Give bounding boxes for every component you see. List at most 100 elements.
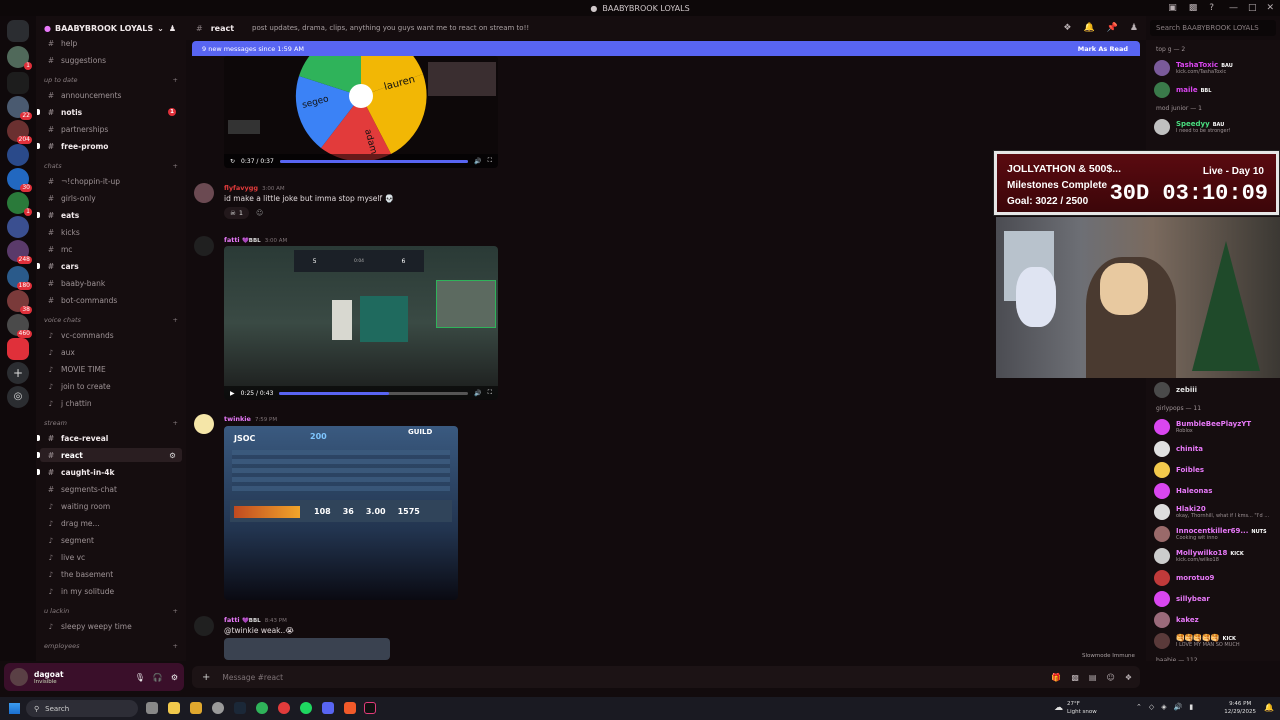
notification-bell-icon[interactable]: 🔔 xyxy=(1083,23,1094,33)
channel-item[interactable]: ♪ vc-commands xyxy=(40,328,182,342)
tray-icons[interactable]: ⌃ ◇ ◈ 🔊 ▮ xyxy=(1136,703,1193,711)
member-item[interactable]: kakez xyxy=(1154,610,1280,630)
apps-icon[interactable]: ❖ xyxy=(1125,673,1132,682)
invite-icon[interactable]: ♟ xyxy=(169,24,176,33)
server-icon[interactable] xyxy=(7,144,29,166)
member-item[interactable]: chinita xyxy=(1154,439,1280,459)
monitor-icon[interactable]: ▩ xyxy=(1189,3,1198,13)
video-scrubber[interactable] xyxy=(279,391,469,395)
channel-item[interactable]: ♪ sleepy weepy time xyxy=(40,619,182,633)
member-item[interactable]: Foibles xyxy=(1154,460,1280,480)
spotify-icon[interactable] xyxy=(300,702,312,714)
search-input[interactable]: Search BAABYBROOK LOYALS xyxy=(1150,20,1276,36)
channel-item[interactable]: # baaby-bank xyxy=(40,276,182,290)
message-input[interactable]: Message #react xyxy=(222,673,283,682)
server-icon[interactable]: 30 xyxy=(7,168,32,192)
server-icon[interactable] xyxy=(7,338,29,360)
message-author[interactable]: twinkie 7:59 PM xyxy=(224,415,277,423)
channel-topic[interactable]: post updates, drama, clips, anything you… xyxy=(252,24,529,32)
discover-icon[interactable]: ◎ xyxy=(7,386,29,408)
maximize-button[interactable]: □ xyxy=(1248,3,1257,13)
file-explorer-icon[interactable] xyxy=(168,702,180,714)
channel-item[interactable]: # notis 1 xyxy=(37,105,182,119)
discord-icon[interactable] xyxy=(322,702,334,714)
server-icon[interactable]: 38 xyxy=(7,290,32,314)
volume-icon[interactable]: 🔊 xyxy=(474,390,481,397)
threads-icon[interactable]: ❖ xyxy=(1063,23,1071,33)
member-item[interactable]: sillybear xyxy=(1154,589,1280,609)
add-attachment-icon[interactable]: + xyxy=(202,672,210,683)
close-button[interactable]: ✕ xyxy=(1266,3,1274,13)
message-author[interactable]: fatti 💜BBL 3:00 AM xyxy=(224,236,287,244)
member-item[interactable]: Speedyy BAU I need to be stronger! xyxy=(1154,117,1280,137)
channel-item[interactable]: # announcements xyxy=(40,88,182,102)
avatar[interactable] xyxy=(194,616,214,636)
add-reaction-icon[interactable]: ☺ xyxy=(256,209,263,217)
member-item[interactable]: morotuo9 xyxy=(1154,568,1280,588)
pin-icon[interactable]: 📌 xyxy=(1107,23,1118,33)
channel-item[interactable]: ♪ j chattin xyxy=(40,396,182,410)
channel-item[interactable]: # girls-only xyxy=(40,191,182,205)
server-icon[interactable]: 1 xyxy=(7,192,32,216)
channel-item[interactable]: ♪ in my solitude xyxy=(40,584,182,598)
member-list-icon[interactable]: ♟ xyxy=(1130,23,1138,33)
video-scrubber[interactable] xyxy=(279,159,469,163)
channel-item[interactable]: ♪ live vc xyxy=(40,550,182,564)
channel-item[interactable]: ♪ segment xyxy=(40,533,182,547)
play-icon[interactable]: ▶ xyxy=(230,390,235,397)
message-author[interactable]: flyfavygg 3:00 AM xyxy=(224,184,285,192)
channel-item[interactable]: # kicks xyxy=(40,225,182,239)
image-attachment[interactable]: JSOC 200 GUILD 108 36 3.00 1575 xyxy=(224,426,458,600)
avatar[interactable] xyxy=(194,414,214,434)
member-item[interactable]: BumbleBeePlayzYT Roblox xyxy=(1154,417,1280,437)
server-icon[interactable]: 248 xyxy=(7,240,32,264)
server-icon[interactable]: 460 xyxy=(7,314,32,338)
headphones-icon[interactable]: 🎧 xyxy=(153,673,163,682)
task-view-icon[interactable] xyxy=(146,702,158,714)
channel-item[interactable]: # help xyxy=(40,36,182,50)
channel-item[interactable]: # react ⚙ xyxy=(37,448,182,462)
direct-messages-button[interactable] xyxy=(7,20,29,42)
channel-item[interactable]: # bot-commands xyxy=(40,293,182,307)
category-header[interactable]: u lackin + xyxy=(44,605,182,617)
video-attachment[interactable]: lauren adam segeo ↻ 0:37 / 0:37 🔊 ⛶ xyxy=(224,56,498,168)
start-icon[interactable] xyxy=(9,703,20,714)
channel-item[interactable]: # cars xyxy=(37,259,182,273)
category-header[interactable]: up to date + xyxy=(44,74,182,86)
channel-item[interactable]: ♪ MOVIE TIME xyxy=(40,362,182,376)
channel-item[interactable]: # face-reveal xyxy=(37,431,182,445)
member-item[interactable]: TashaToxic BAU kick.com/TashaToxic xyxy=(1154,58,1280,78)
add-channel-icon[interactable]: + xyxy=(173,607,178,615)
channel-item[interactable]: ♪ waiting room xyxy=(40,499,182,513)
member-item[interactable]: Hlaki20 okay, Thornhill, what if I kms...… xyxy=(1154,502,1280,522)
tiktok-icon[interactable] xyxy=(364,702,376,714)
category-header[interactable]: chats + xyxy=(44,160,182,172)
gift-icon[interactable]: 🎁 xyxy=(1051,673,1061,682)
channel-item[interactable]: # caught-in-4k xyxy=(37,465,182,479)
fullscreen-icon[interactable]: ⛶ xyxy=(488,389,492,397)
inbox-icon[interactable]: ▣ xyxy=(1168,3,1177,13)
gear-icon[interactable]: ⚙ xyxy=(171,673,178,682)
video-attachment[interactable]: 5 0:04 6 ▶ 0:25 / 0:43 🔊 ⛶ xyxy=(224,246,498,400)
member-item[interactable]: zebiii xyxy=(1154,380,1280,400)
image-attachment[interactable] xyxy=(224,638,390,660)
channel-item[interactable]: ♪ join to create xyxy=(40,379,182,393)
system-clock[interactable]: 9:46 PM 12/29/2025 xyxy=(1224,700,1256,716)
minimize-button[interactable]: — xyxy=(1229,3,1238,13)
emoji-icon[interactable]: ☺ xyxy=(1106,673,1114,682)
member-item[interactable]: 🥞🥞🥞🥞🥞 KICK I LOVE MY MAN SO MUCH xyxy=(1154,631,1280,651)
add-channel-icon[interactable]: + xyxy=(173,76,178,84)
avatar[interactable] xyxy=(10,668,28,686)
avatar[interactable] xyxy=(194,183,214,203)
channel-settings-icon[interactable]: ⚙ xyxy=(169,451,176,460)
channel-item[interactable]: ♪ drag me... xyxy=(40,516,182,530)
member-item[interactable]: Innocentkiller69... NUTS Cooking wit inno xyxy=(1154,524,1280,544)
server-icon[interactable]: 204 xyxy=(7,120,32,144)
message-composer[interactable]: + Message #react 🎁 ▩ ▤ ☺ ❖ xyxy=(192,666,1140,688)
add-channel-icon[interactable]: + xyxy=(173,162,178,170)
member-item[interactable]: Haleonas xyxy=(1154,481,1280,501)
channel-item[interactable]: ♪ the basement xyxy=(40,567,182,581)
server-icon[interactable]: 1 xyxy=(7,46,32,70)
channel-item[interactable]: # ¬!choppin-it-up xyxy=(40,174,182,188)
help-icon[interactable]: ? xyxy=(1209,3,1214,13)
